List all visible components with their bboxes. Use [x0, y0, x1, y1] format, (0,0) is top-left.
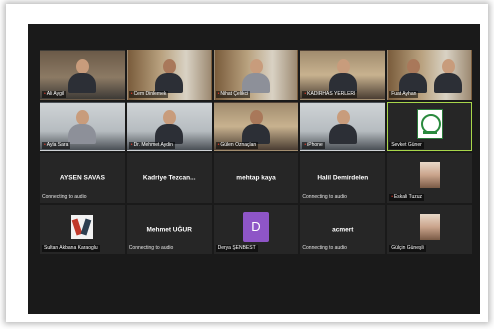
participant-video [399, 58, 428, 93]
participant-name-tag: Gülçin Güneşli [389, 245, 426, 253]
participant-name-tag: •iPhone [302, 142, 325, 150]
audio-status: Connecting to audio [42, 193, 87, 200]
participant-tile[interactable]: Sultan Akbana Karaoglu [40, 204, 125, 255]
participant-tile[interactable]: •Ali Aygil [40, 50, 125, 100]
participant-name-tag: Sultan Akbana Karaoglu [42, 245, 100, 253]
participant-name-tag: Sevket Güner [389, 142, 424, 150]
mic-muted-icon: • [304, 90, 307, 97]
participant-tile[interactable]: AYSEN SAVAS Connecting to audio [40, 153, 125, 203]
participant-name-tag: •Cem Dinlemek [128, 90, 169, 98]
participant-video [155, 58, 184, 93]
participant-tile[interactable]: D Derya ŞENBEST [213, 204, 299, 255]
participant-tile[interactable]: mehtap kaya [213, 153, 299, 203]
participant-tile[interactable]: •Ayla Sara [40, 101, 125, 152]
participant-tile[interactable]: •Cem Dinlemek [126, 50, 212, 100]
participant-name-tag: •Ali Aygil [42, 90, 67, 98]
participant-tile[interactable]: •iPhone [300, 101, 386, 152]
organization-logo-icon [416, 109, 443, 140]
participant-tile[interactable]: •Nihat Çelikci [213, 50, 299, 100]
participant-name-tag: •Nihat Çelikci [215, 90, 251, 98]
participant-video [241, 58, 270, 93]
participant-tile-active-speaker[interactable]: Sevket Güner [387, 101, 472, 152]
participant-name-tag: •Eskali Tuzuz [389, 193, 425, 201]
participant-video [68, 110, 97, 145]
mic-muted-icon: • [130, 90, 133, 97]
participant-display-name: AYSEN SAVAS [59, 174, 105, 182]
participant-video [433, 58, 462, 93]
mic-muted-icon: • [391, 193, 393, 200]
participant-tile[interactable]: •Gülen Öznaçlan [213, 101, 299, 152]
mic-muted-icon: • [44, 142, 46, 149]
participant-name-tag: •Gülen Öznaçlan [215, 142, 259, 150]
audio-status: Connecting to audio [302, 193, 347, 200]
participant-video [68, 58, 97, 93]
participant-video [241, 110, 270, 145]
participant-name-tag: •Dr. Mehmet Aydin [128, 142, 175, 150]
screenshot-frame: •Ali Aygil •Cem Dinlemek •Nihat Çelikci … [6, 4, 488, 322]
participant-tile[interactable]: Fuat Ayhan [387, 50, 472, 100]
meeting-window: •Ali Aygil •Cem Dinlemek •Nihat Çelikci … [28, 24, 480, 314]
participant-name-tag: •Ayla Sara [42, 142, 71, 150]
mic-muted-icon: • [304, 142, 307, 149]
participant-tile[interactable]: Halil Demirdelen Connecting to audio [300, 153, 386, 203]
avatar-initial: D [242, 211, 269, 242]
participant-video [328, 58, 357, 93]
profile-photo [419, 213, 440, 240]
participant-name-tag: Fuat Ayhan [389, 90, 419, 98]
gallery-grid: •Ali Aygil •Cem Dinlemek •Nihat Çelikci … [40, 50, 472, 306]
participant-video [328, 110, 357, 145]
participant-tile[interactable]: Mehmet UĞUR Connecting to audio [126, 204, 212, 255]
audio-status: Connecting to audio [302, 245, 347, 252]
mic-muted-icon: • [44, 90, 46, 97]
participant-display-name: mehtap kaya [236, 174, 276, 182]
participant-tile[interactable]: •Eskali Tuzuz [387, 153, 472, 203]
participant-tile[interactable]: Gülçin Güneşli [387, 204, 472, 255]
profile-photo [419, 162, 440, 189]
participant-tile[interactable]: acmert Connecting to audio [300, 204, 386, 255]
participant-tile[interactable]: Kadriye Tezcan... [126, 153, 212, 203]
participant-name-tag: •KADIRHAS YERLERI [302, 90, 358, 98]
participant-tile[interactable]: •Dr. Mehmet Aydin [126, 101, 212, 152]
audio-status: Connecting to audio [128, 245, 174, 252]
participant-display-name: acmert [332, 226, 354, 234]
participant-tile[interactable]: •KADIRHAS YERLERI [300, 50, 386, 100]
participant-display-name: Kadriye Tezcan... [142, 174, 196, 182]
participant-video [155, 110, 184, 145]
participant-name-tag: Derya ŞENBEST [215, 245, 258, 253]
participant-display-name: Halil Demirdelen [317, 174, 369, 182]
profile-artwork-icon [71, 214, 94, 239]
participant-display-name: Mehmet UĞUR [146, 226, 192, 234]
mic-muted-icon: • [130, 142, 133, 149]
